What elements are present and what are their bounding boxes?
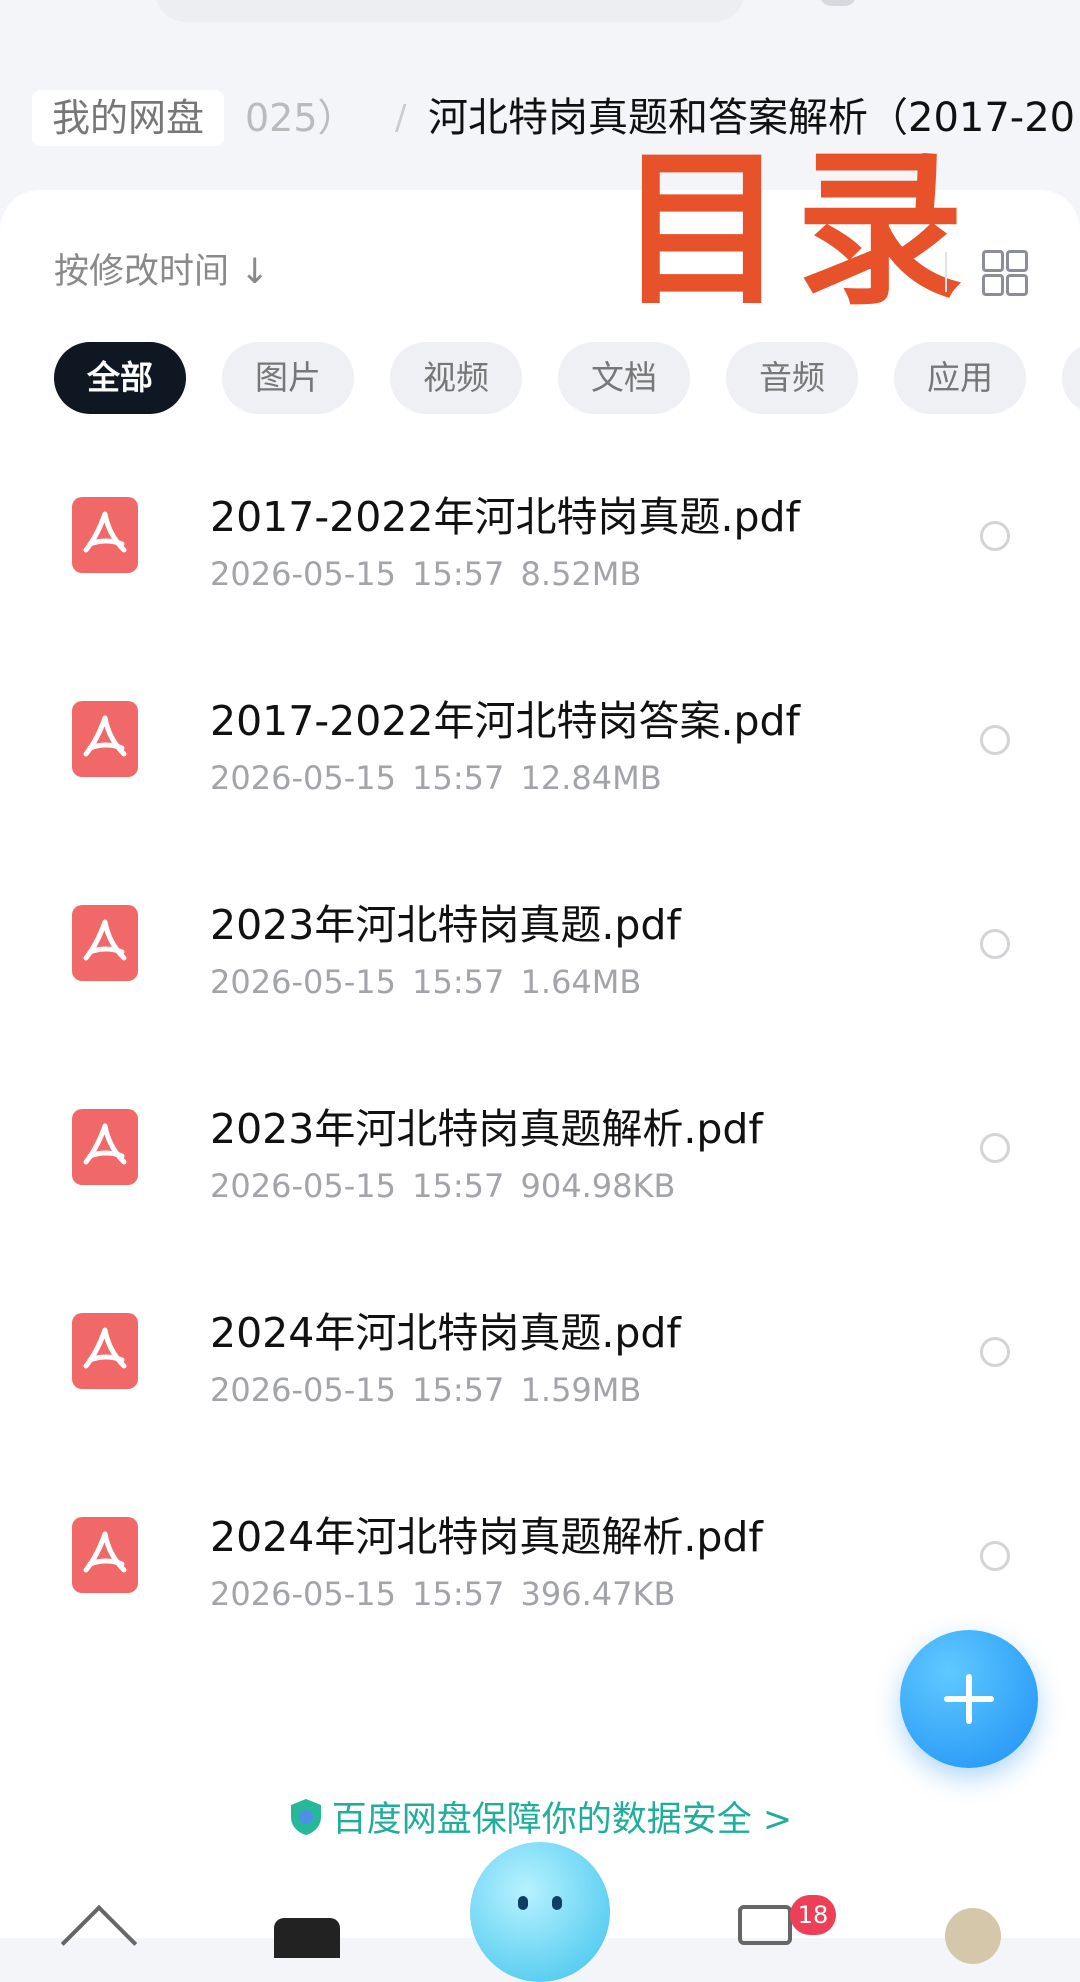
file-date: 2026-05-15 [210,555,396,593]
select-radio[interactable] [980,521,1010,551]
pdf-file-icon [72,1517,138,1593]
file-size: 904.98KB [520,1167,676,1205]
breadcrumb-separator: / [395,98,407,138]
files-icon[interactable] [274,1918,340,1958]
file-date: 2026-05-15 [210,759,396,797]
file-date: 2026-05-15 [210,1575,396,1613]
tab-audio[interactable]: 音频 [726,342,858,414]
file-meta: 2026-05-15 15:57 12.84MB [210,759,662,797]
select-radio[interactable] [980,725,1010,755]
file-date: 2026-05-15 [210,1167,396,1205]
file-meta: 2026-05-15 15:57 1.64MB [210,963,641,1001]
overlay-title: 目录 [618,132,974,328]
avatar[interactable] [945,1908,1001,1964]
file-time: 15:57 [412,759,505,797]
file-time: 15:57 [412,1575,505,1613]
file-name: 2023年河北特岗真题.pdf [210,901,681,949]
mascot-eye [518,1896,528,1910]
tab-apps[interactable]: 应用 [894,342,1026,414]
file-row[interactable]: 2017-2022年河北特岗答案.pdf 2026-05-15 15:57 12… [0,659,1080,863]
file-date: 2026-05-15 [210,963,396,1001]
file-meta: 2026-05-15 15:57 396.47KB [210,1575,675,1613]
breadcrumb-root[interactable]: 我的网盘 [32,90,225,146]
tab-all[interactable]: 全部 [54,342,186,414]
file-meta: 2026-05-15 15:57 1.59MB [210,1371,641,1409]
file-time: 15:57 [412,963,505,1001]
file-size: 396.47KB [520,1575,676,1613]
sort-by-modified-time[interactable]: 按修改时间 ↓ [54,250,269,294]
shield-icon [288,1797,324,1851]
file-time: 15:57 [412,1167,505,1205]
messages-icon[interactable] [738,1905,792,1945]
mascot-icon[interactable] [470,1842,610,1982]
mascot-eye [552,1896,562,1910]
grid-view-icon[interactable] [982,250,1028,296]
divider [945,252,947,292]
file-size: 1.59MB [520,1371,642,1409]
select-radio[interactable] [980,1337,1010,1367]
select-radio[interactable] [980,1541,1010,1571]
pdf-file-icon [72,905,138,981]
file-size: 12.84MB [520,759,662,797]
file-name: 2023年河北特岗真题解析.pdf [210,1105,763,1153]
tab-videos[interactable]: 视频 [390,342,522,414]
pdf-file-icon [72,1109,138,1185]
safety-banner-text: 百度网盘保障你的数据安全 [331,1800,752,1840]
pdf-file-icon [72,701,138,777]
plus-icon-stroke [966,1674,972,1724]
tab-images[interactable]: 图片 [222,342,354,414]
file-row[interactable]: 2023年河北特岗真题.pdf 2026-05-15 15:57 1.64MB [0,863,1080,1067]
file-row[interactable]: 2024年河北特岗真题解析.pdf 2026-05-15 15:57 396.4… [0,1475,1080,1679]
messages-badge: 18 [790,1895,836,1935]
file-size: 1.64MB [520,963,642,1001]
select-radio[interactable] [980,1133,1010,1163]
search-bar[interactable] [155,0,745,22]
select-radio[interactable] [980,929,1010,959]
file-row[interactable]: 2017-2022年河北特岗真题.pdf 2026-05-15 15:57 8.… [0,455,1080,659]
file-name: 2017-2022年河北特岗真题.pdf [210,493,800,541]
file-name: 2017-2022年河北特岗答案.pdf [210,697,800,745]
chevron-right-icon: > [762,1800,793,1840]
file-meta: 2026-05-15 15:57 904.98KB [210,1167,675,1205]
tab-documents[interactable]: 文档 [558,342,690,414]
home-icon[interactable] [60,1904,138,1982]
file-row[interactable]: 2023年河北特岗真题解析.pdf 2026-05-15 15:57 904.9… [0,1067,1080,1271]
top-right-icon[interactable] [820,0,856,6]
file-time: 15:57 [412,555,505,593]
file-size: 8.52MB [520,555,642,593]
pdf-file-icon [72,497,138,573]
pdf-file-icon [72,1313,138,1389]
file-date: 2026-05-15 [210,1371,396,1409]
file-list: 2017-2022年河北特岗真题.pdf 2026-05-15 15:57 8.… [0,455,1080,1679]
file-meta: 2026-05-15 15:57 8.52MB [210,555,641,593]
file-row[interactable]: 2024年河北特岗真题.pdf 2026-05-15 15:57 1.59MB [0,1271,1080,1475]
file-name: 2024年河北特岗真题.pdf [210,1309,681,1357]
breadcrumb-previous-folder[interactable]: 025） [245,90,356,146]
add-button[interactable] [900,1630,1038,1768]
file-time: 15:57 [412,1371,505,1409]
file-name: 2024年河北特岗真题解析.pdf [210,1513,763,1561]
